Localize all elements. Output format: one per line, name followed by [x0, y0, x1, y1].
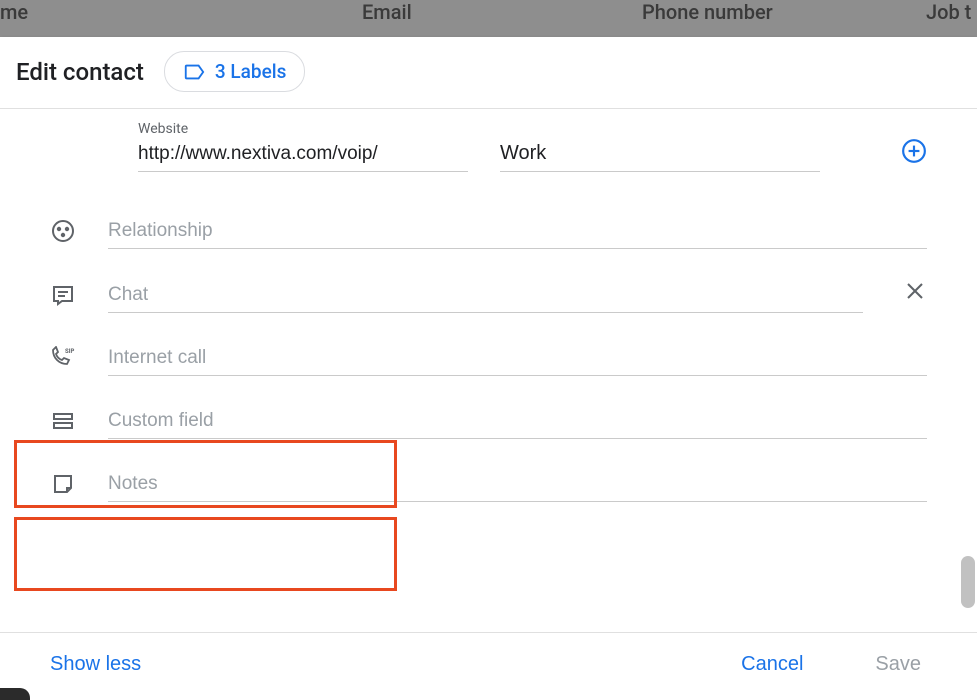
dialog-title: Edit contact	[16, 58, 144, 86]
scrollbar-thumb[interactable]	[961, 556, 975, 608]
chat-input[interactable]	[108, 280, 863, 313]
plus-circle-icon	[901, 138, 927, 164]
column-phone: Phone number	[642, 0, 773, 24]
dialog-header: Edit contact 3 Labels	[0, 37, 977, 109]
relationship-icon	[48, 219, 78, 249]
save-button: Save	[875, 653, 921, 676]
column-email: Email	[362, 0, 412, 24]
relationship-row	[48, 216, 927, 249]
dialog-body: Website	[0, 109, 977, 622]
add-website-button[interactable]	[901, 138, 927, 172]
dialog-footer: Show less Cancel Save	[0, 632, 977, 700]
website-label: Website	[138, 121, 468, 137]
close-icon	[903, 279, 927, 303]
notes-row	[48, 469, 927, 502]
clear-chat-button[interactable]	[903, 279, 927, 313]
website-input[interactable]	[138, 139, 468, 172]
column-name: me	[0, 0, 28, 24]
label-icon	[183, 61, 205, 83]
internet-call-row: SIP	[48, 343, 927, 376]
background-table-header: me Email Phone number Job t	[0, 0, 977, 37]
internet-call-input[interactable]	[108, 343, 927, 376]
custom-field-input[interactable]	[108, 406, 927, 439]
custom-field-row	[48, 406, 927, 439]
relationship-input[interactable]	[108, 216, 927, 249]
show-less-button[interactable]: Show less	[50, 653, 141, 676]
chat-icon	[48, 283, 78, 313]
chat-row	[48, 279, 927, 313]
labels-chip[interactable]: 3 Labels	[164, 51, 306, 92]
notes-icon	[48, 472, 78, 502]
notes-input[interactable]	[108, 469, 927, 502]
custom-field-icon	[48, 409, 78, 439]
website-type-input[interactable]	[500, 138, 820, 172]
labels-chip-text: 3 Labels	[215, 60, 287, 83]
sip-phone-icon: SIP	[48, 346, 78, 376]
edit-contact-dialog: Edit contact 3 Labels Website	[0, 37, 977, 700]
bottom-corner-decor	[0, 688, 30, 700]
svg-text:SIP: SIP	[65, 348, 74, 355]
website-row: Website	[138, 115, 927, 172]
cancel-button[interactable]: Cancel	[741, 653, 803, 676]
column-job: Job t	[926, 0, 971, 24]
